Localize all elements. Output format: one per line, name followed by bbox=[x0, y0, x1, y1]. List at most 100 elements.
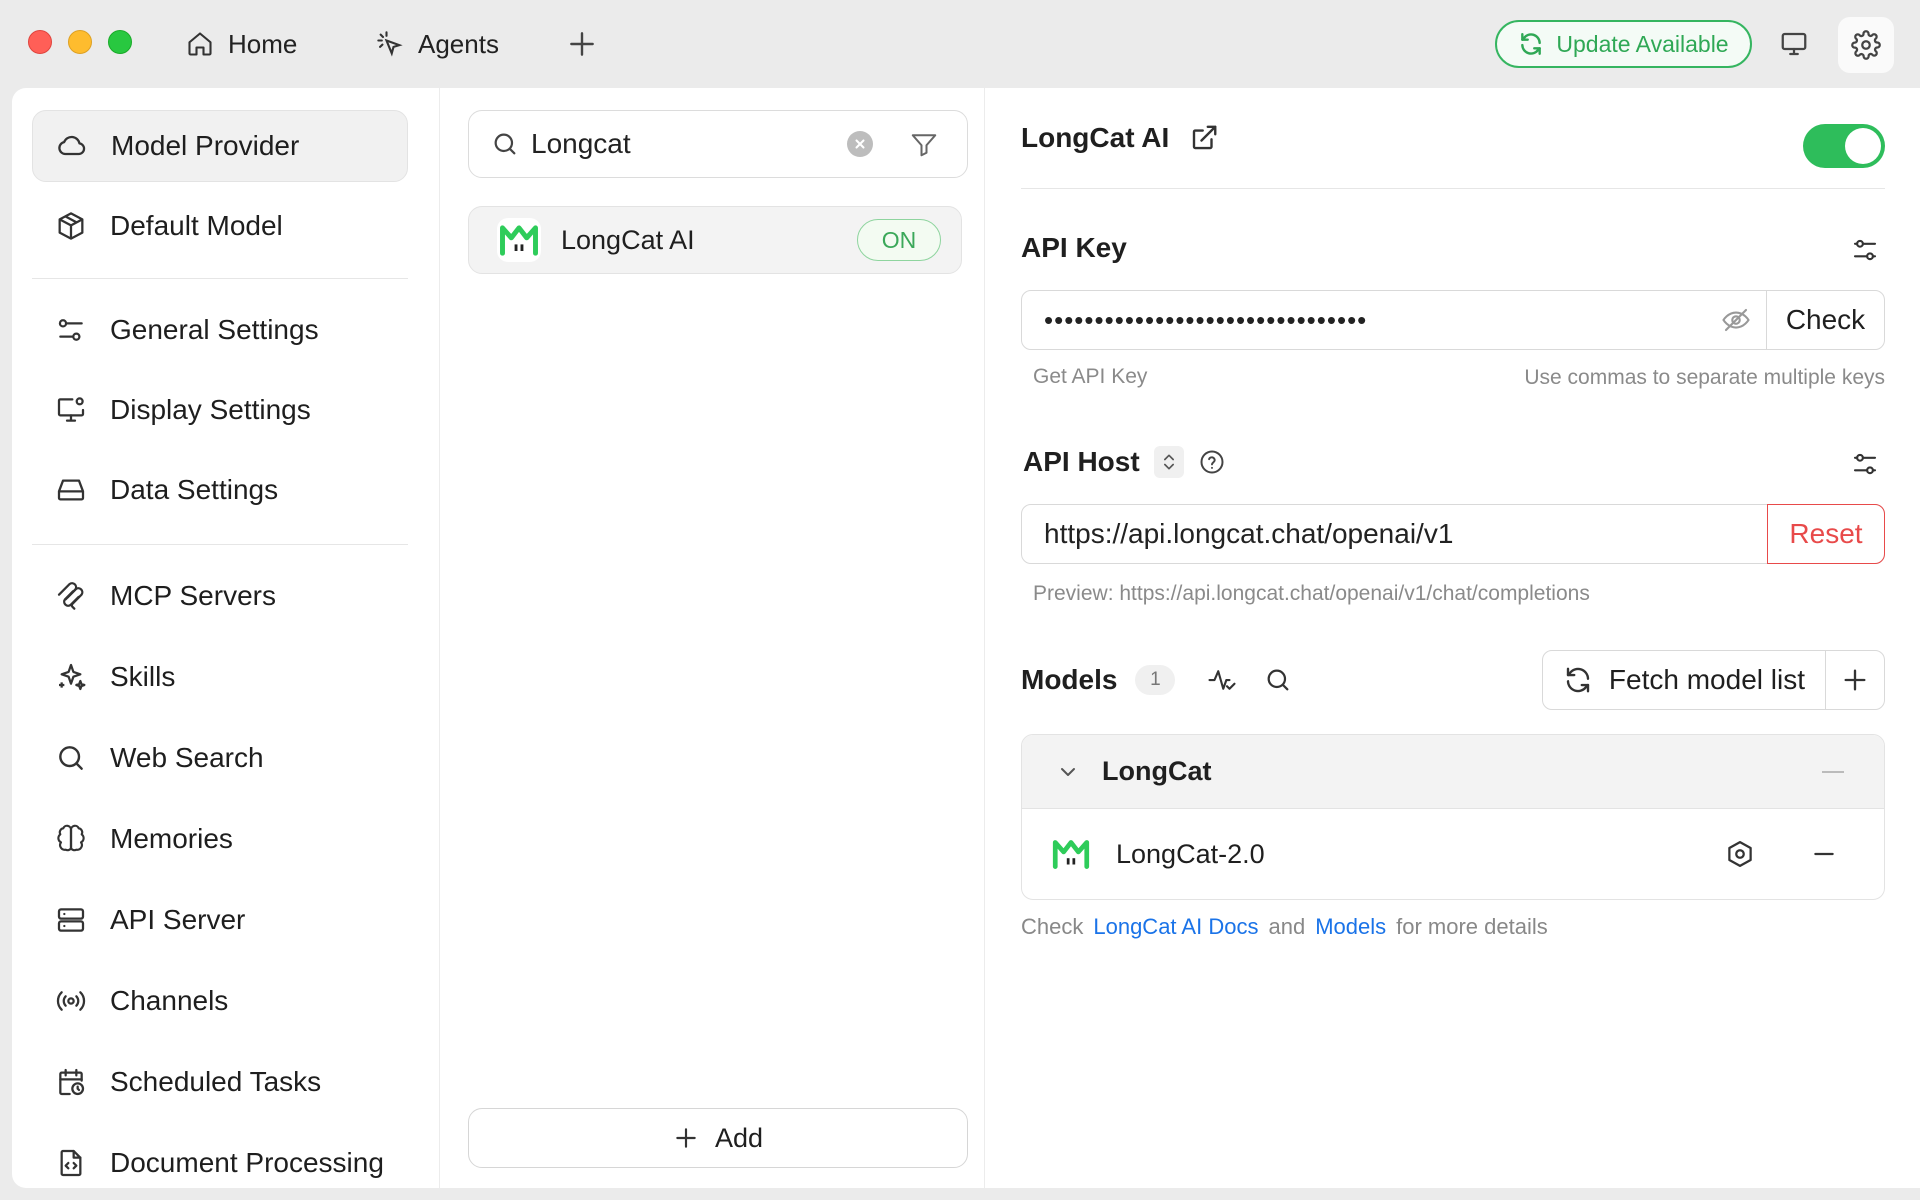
search-icon bbox=[491, 130, 519, 158]
fetch-label: Fetch model list bbox=[1608, 664, 1805, 695]
get-api-key-link[interactable]: Get API Key bbox=[1033, 365, 1147, 389]
eye-off-icon[interactable] bbox=[1706, 291, 1766, 349]
cube-icon bbox=[54, 209, 88, 243]
filter-icon[interactable] bbox=[909, 129, 939, 159]
sidebar-item-skills[interactable]: Skills bbox=[32, 641, 408, 713]
model-group-name: LongCat bbox=[1102, 756, 1212, 786]
add-model-button[interactable] bbox=[1826, 651, 1884, 709]
refresh-icon bbox=[1518, 31, 1544, 57]
health-check-icon[interactable] bbox=[1205, 663, 1239, 697]
settings-sidebar: Model Provider Default Model General Set… bbox=[12, 88, 440, 1188]
model-group-header[interactable]: LongCat bbox=[1022, 735, 1884, 809]
sidebar-item-mcp-servers[interactable]: MCP Servers bbox=[32, 560, 408, 632]
tab-home[interactable]: Home bbox=[186, 22, 297, 66]
server-icon bbox=[54, 903, 88, 937]
cloud-icon bbox=[55, 129, 89, 163]
provider-list-item[interactable]: LongCat AI ON bbox=[468, 206, 962, 274]
search-models-icon[interactable] bbox=[1261, 663, 1295, 697]
monitor-button[interactable] bbox=[1774, 24, 1814, 64]
zoom-window-button[interactable] bbox=[108, 30, 132, 54]
monitor-icon bbox=[1781, 32, 1807, 56]
sidebar-item-data-settings[interactable]: Data Settings bbox=[32, 454, 408, 526]
sliders-icon bbox=[1853, 239, 1877, 261]
new-tab-button[interactable] bbox=[566, 28, 598, 60]
sidebar-item-scheduled-tasks[interactable]: Scheduled Tasks bbox=[32, 1046, 408, 1118]
mcp-icon bbox=[54, 579, 88, 613]
sidebar-item-channels[interactable]: Channels bbox=[32, 965, 408, 1037]
title-bar: Home Agents Update Available bbox=[0, 0, 1920, 88]
sidebar-item-label: Scheduled Tasks bbox=[110, 1066, 322, 1097]
model-settings-icon[interactable] bbox=[1720, 834, 1760, 874]
close-window-button[interactable] bbox=[28, 30, 52, 54]
sidebar-item-label: General Settings bbox=[110, 314, 319, 345]
sidebar-item-label: Model Provider bbox=[111, 130, 300, 161]
sidebar-item-api-server[interactable]: API Server bbox=[32, 884, 408, 956]
api-host-row: https://api.longcat.chat/openai/v1 Reset bbox=[1021, 504, 1885, 564]
models-link[interactable]: Models bbox=[1315, 914, 1386, 940]
provider-name: LongCat AI bbox=[561, 224, 695, 255]
help-circle-icon[interactable] bbox=[1198, 448, 1226, 476]
model-list-item[interactable]: LongCat-2.0 bbox=[1022, 809, 1884, 899]
provider-detail-panel: LongCat AI API Key •••••••••••••••••••••… bbox=[985, 88, 1920, 1188]
plus-icon bbox=[673, 1125, 699, 1151]
footer-prefix: Check bbox=[1021, 914, 1084, 939]
sidebar-item-general-settings[interactable]: General Settings bbox=[32, 294, 408, 366]
model-group-card: LongCat LongCat-2.0 bbox=[1021, 734, 1885, 900]
sidebar-item-display-settings[interactable]: Display Settings bbox=[32, 374, 408, 446]
sidebar-item-label: Display Settings bbox=[110, 394, 311, 425]
external-link-icon[interactable] bbox=[1189, 123, 1219, 153]
add-provider-button[interactable]: Add bbox=[468, 1108, 968, 1168]
models-toolbar: Models 1 Fetch model list bbox=[1021, 650, 1885, 710]
sidebar-item-model-provider[interactable]: Model Provider bbox=[32, 110, 408, 182]
tab-agents[interactable]: Agents bbox=[376, 22, 499, 66]
sidebar-item-label: API Server bbox=[110, 904, 246, 935]
api-key-input[interactable]: •••••••••••••••••••••••••••••••• bbox=[1022, 291, 1706, 349]
search-icon bbox=[54, 741, 88, 775]
minimize-window-button[interactable] bbox=[68, 30, 92, 54]
sidebar-item-memories[interactable]: Memories bbox=[32, 803, 408, 875]
agents-icon bbox=[376, 30, 404, 58]
api-key-settings-button[interactable] bbox=[1845, 230, 1885, 270]
provider-header: LongCat AI bbox=[1021, 122, 1219, 154]
gear-icon bbox=[1851, 30, 1881, 60]
sidebar-item-label: Document Processing bbox=[110, 1147, 384, 1178]
clear-search-icon[interactable] bbox=[847, 131, 873, 157]
remove-group-icon[interactable] bbox=[1822, 770, 1844, 773]
chevron-down-icon[interactable] bbox=[1056, 760, 1080, 784]
model-name: LongCat-2.0 bbox=[1116, 838, 1265, 869]
update-available-button[interactable]: Update Available bbox=[1495, 20, 1752, 68]
provider-search-input[interactable]: Longcat bbox=[468, 110, 968, 178]
sidebar-item-label: MCP Servers bbox=[110, 580, 276, 611]
refresh-icon bbox=[1563, 665, 1593, 695]
docs-link[interactable]: LongCat AI Docs bbox=[1093, 914, 1258, 940]
sliders-icon bbox=[1853, 453, 1877, 475]
sidebar-item-label: Default Model bbox=[110, 210, 283, 241]
models-title: Models bbox=[1021, 664, 1118, 695]
sidebar-item-web-search[interactable]: Web Search bbox=[32, 722, 408, 794]
remove-model-icon[interactable] bbox=[1804, 834, 1844, 874]
sidebar-item-document-processing[interactable]: Document Processing bbox=[32, 1127, 408, 1188]
api-host-settings-button[interactable] bbox=[1845, 444, 1885, 484]
chevron-updown-icon[interactable] bbox=[1153, 446, 1184, 478]
api-key-label: API Key bbox=[1021, 232, 1127, 264]
fetch-model-list-button[interactable]: Fetch model list bbox=[1543, 651, 1826, 709]
sidebar-item-default-model[interactable]: Default Model bbox=[32, 190, 408, 262]
toggle-knob bbox=[1845, 128, 1881, 164]
check-api-key-button[interactable]: Check bbox=[1766, 291, 1884, 349]
monitor-settings-icon bbox=[54, 393, 88, 427]
settings-button[interactable] bbox=[1838, 17, 1894, 73]
models-count-badge: 1 bbox=[1135, 665, 1176, 695]
sidebar-item-label: Data Settings bbox=[110, 474, 279, 505]
sidebar-item-label: Skills bbox=[110, 661, 176, 692]
footer-and: and bbox=[1268, 914, 1306, 939]
sidebar-item-label: Web Search bbox=[110, 742, 264, 773]
tab-agents-label: Agents bbox=[418, 28, 499, 59]
longcat-logo-icon bbox=[497, 218, 541, 262]
hard-drive-icon bbox=[54, 473, 88, 507]
api-host-input[interactable]: https://api.longcat.chat/openai/v1 bbox=[1022, 505, 1767, 563]
provider-enable-toggle[interactable] bbox=[1803, 124, 1885, 168]
reset-api-host-button[interactable]: Reset bbox=[1767, 504, 1885, 564]
header-divider bbox=[1021, 188, 1885, 189]
api-host-preview: Preview: https://api.longcat.chat/openai… bbox=[1033, 582, 1590, 605]
provider-title: LongCat AI bbox=[1021, 122, 1170, 153]
